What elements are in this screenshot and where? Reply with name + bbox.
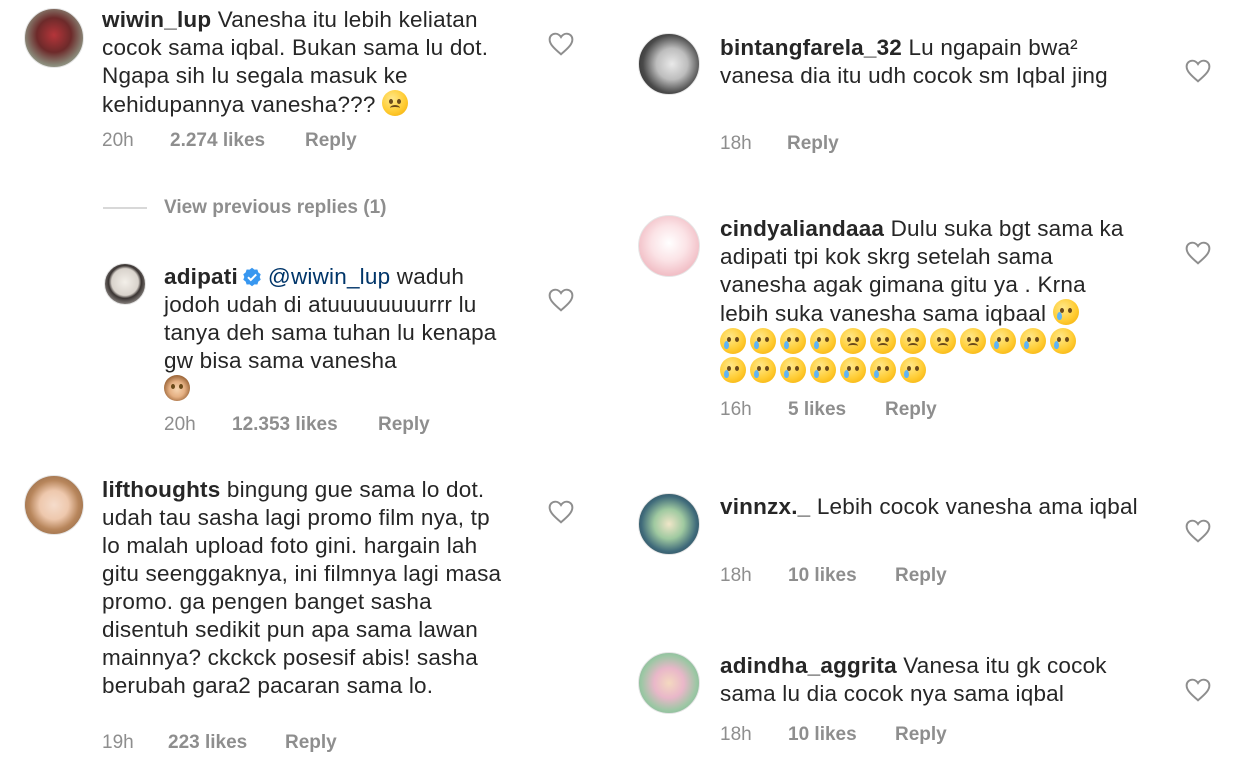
avatar[interactable]	[638, 215, 700, 277]
crying-face-icon	[810, 357, 836, 383]
comment-meta: 16h 5 likes Reply	[720, 399, 1020, 423]
comment-text: bintangfarela_32 Lu ngapain bwa² vanesa …	[720, 34, 1140, 90]
username[interactable]: cindyaliandaaa	[720, 216, 884, 241]
crying-face-icon	[720, 328, 746, 354]
heart-icon[interactable]	[1185, 678, 1211, 702]
timestamp: 20h	[102, 130, 134, 151]
comment-body: bingung gue sama lo dot. udah tau sasha …	[102, 477, 502, 698]
timestamp: 18h	[720, 133, 752, 154]
likes-count[interactable]: 10 likes	[788, 724, 857, 746]
see-no-evil-monkey-icon	[164, 375, 190, 401]
crying-face-icon	[780, 357, 806, 383]
username[interactable]: adipati	[164, 264, 238, 289]
crying-face-icon	[810, 328, 836, 354]
timestamp: 20h	[164, 414, 196, 435]
comment-meta: 18h Reply	[720, 133, 1020, 157]
avatar[interactable]	[638, 493, 700, 555]
crying-face-icon	[990, 328, 1016, 354]
view-previous-replies[interactable]: View previous replies (1)	[164, 197, 386, 219]
likes-count[interactable]: 223 likes	[168, 732, 247, 754]
crying-face-icon	[870, 357, 896, 383]
heart-icon[interactable]	[548, 32, 574, 56]
persevering-face-icon	[930, 328, 956, 354]
avatar[interactable]	[24, 8, 84, 68]
comment-text: wiwin_lup Vanesha itu lebih keliatan coc…	[102, 6, 502, 119]
heart-icon[interactable]	[548, 500, 574, 524]
likes-count[interactable]: 2.274 likes	[170, 130, 265, 152]
username[interactable]: vinnzx._	[720, 494, 810, 519]
username[interactable]: bintangfarela_32	[720, 35, 902, 60]
heart-icon[interactable]	[548, 288, 574, 312]
persevering-face-icon	[840, 328, 866, 354]
persevering-face-icon	[900, 328, 926, 354]
likes-count[interactable]: 12.353 likes	[232, 414, 338, 436]
divider	[103, 207, 147, 209]
crying-face-icon	[750, 357, 776, 383]
persevering-face-icon	[960, 328, 986, 354]
timestamp: 19h	[102, 732, 134, 753]
comment-text: cindyaliandaaa Dulu suka bgt sama ka adi…	[720, 215, 1140, 386]
crying-face-icon	[1052, 299, 1079, 325]
crying-face-icon	[780, 328, 806, 354]
reply-button[interactable]: Reply	[285, 732, 337, 754]
comment-body: Lebih cocok vanesha ama iqbal	[816, 494, 1138, 519]
crying-face-icon	[1020, 328, 1046, 354]
avatar[interactable]	[638, 33, 700, 95]
heart-icon[interactable]	[1185, 241, 1211, 265]
comment-meta: 18h 10 likes Reply	[720, 565, 1020, 589]
comment-meta: 18h 10 likes Reply	[720, 724, 1020, 748]
avatar[interactable]	[104, 263, 146, 305]
likes-count[interactable]: 5 likes	[788, 399, 846, 421]
heart-icon[interactable]	[1185, 519, 1211, 543]
avatar[interactable]	[638, 652, 700, 714]
reply-button[interactable]: Reply	[885, 399, 937, 421]
comment-meta: 20h 2.274 likes Reply	[102, 130, 402, 154]
reply-button[interactable]: Reply	[895, 565, 947, 587]
comment-meta: 20h 12.353 likes Reply	[164, 414, 464, 438]
username[interactable]: adindha_aggrita	[720, 653, 897, 678]
crying-face-icon	[750, 328, 776, 354]
timestamp: 16h	[720, 399, 752, 420]
comment-text: adipati @wiwin_lup waduh jodoh udah di at…	[164, 263, 509, 404]
crying-face-icon	[900, 357, 926, 383]
crying-face-icon	[840, 357, 866, 383]
emoji-row	[720, 328, 1140, 357]
avatar[interactable]	[24, 475, 84, 535]
heart-icon[interactable]	[1185, 59, 1211, 83]
comment-meta: 19h 223 likes Reply	[102, 732, 402, 756]
username[interactable]: lifthoughts	[102, 477, 220, 502]
comment-text: lifthoughts bingung gue sama lo dot. uda…	[102, 476, 512, 700]
reply-button[interactable]: Reply	[305, 130, 357, 152]
persevering-face-icon	[870, 328, 896, 354]
verified-badge-icon	[243, 267, 261, 287]
reply-button[interactable]: Reply	[787, 133, 839, 155]
comment-text: adindha_aggrita Vanesa itu gk cocok sama…	[720, 652, 1140, 708]
reply-button[interactable]: Reply	[895, 724, 947, 746]
timestamp: 18h	[720, 724, 752, 745]
huffing-face-icon	[382, 90, 409, 116]
username[interactable]: wiwin_lup	[102, 7, 211, 32]
mention-link[interactable]: @wiwin_lup	[268, 264, 390, 289]
crying-face-icon	[1050, 328, 1076, 354]
comment-text: vinnzx._ Lebih cocok vanesha ama iqbal	[720, 493, 1140, 521]
crying-face-icon	[720, 357, 746, 383]
timestamp: 18h	[720, 565, 752, 586]
emoji-row	[720, 357, 1140, 386]
reply-button[interactable]: Reply	[378, 414, 430, 436]
likes-count[interactable]: 10 likes	[788, 565, 857, 587]
